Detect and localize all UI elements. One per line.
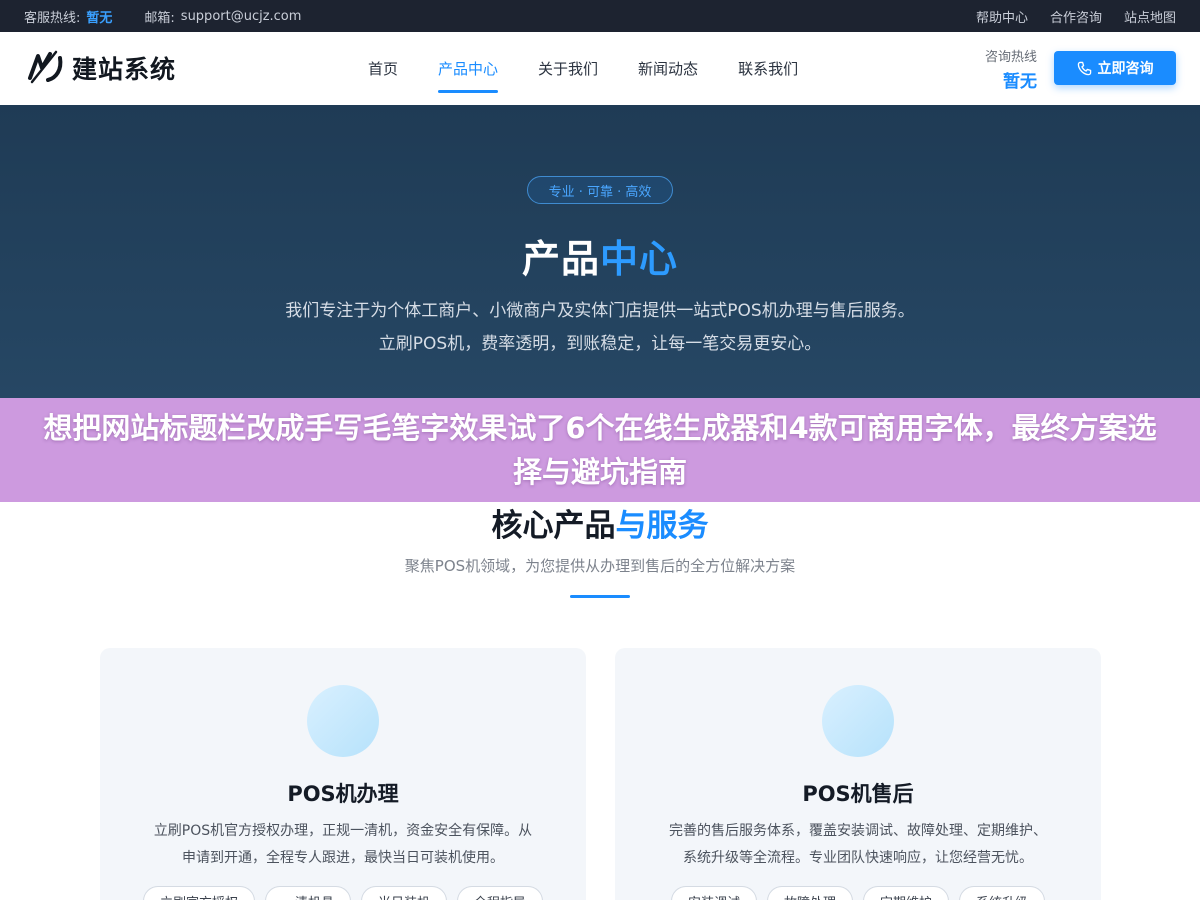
hero-section: 专业 · 可靠 · 高效 产品中心 我们专注于为个体工商户、小微商户及实体门店提… <box>0 105 1200 398</box>
service-tag[interactable]: 故障处理 <box>766 886 853 900</box>
article-title-banner: 想把网站标题栏改成手写毛笔字效果试了6个在线生成器和4款可商用字体，最终方案选择… <box>0 398 1200 502</box>
service-tag[interactable]: 安装调试 <box>670 886 757 900</box>
section-subtitle: 聚焦POS机领域，为您提供从办理到售后的全方位解决方案 <box>404 557 796 575</box>
section-title-main: 核心产品 <box>491 508 616 544</box>
nav-news[interactable]: 新闻动态 <box>638 32 698 105</box>
sitemap-link[interactable]: 站点地图 <box>1124 7 1176 26</box>
service-card-desc-line: 立刷POS机官方授权办理，正规一清机，资金安全有保障。从 <box>153 823 533 839</box>
cooperation-link[interactable]: 合作咨询 <box>1050 7 1102 26</box>
logo-text: 建站系统 <box>72 55 177 84</box>
hero-description-line-2: 立刷POS机，费率透明，到账稳定，让每一笔交易更安心。 <box>378 334 822 354</box>
logo-icon <box>28 50 63 84</box>
hero-description-line-1: 我们专注于为个体工商户、小微商户及实体门店提供一站式POS机办理与售后服务。 <box>285 301 915 321</box>
help-center-link[interactable]: 帮助中心 <box>976 7 1028 26</box>
consult-hotline: 咨询热线 暂无 <box>985 46 1037 92</box>
hotline-label: 客服热线: <box>24 10 81 26</box>
nav-contact[interactable]: 联系我们 <box>738 32 798 105</box>
nav-home[interactable]: 首页 <box>368 32 398 105</box>
email-label: 邮箱: <box>144 10 175 26</box>
article-title: 想把网站标题栏改成手写毛笔字效果试了6个在线生成器和4款可商用字体，最终方案选择… <box>43 411 1157 489</box>
hero-title: 产品中心 <box>0 228 1200 283</box>
site-header: 建站系统 首页 产品中心 关于我们 新闻动态 联系我们 咨询热线 暂无 立即咨询 <box>0 32 1200 105</box>
service-card-description: 完善的售后服务体系，覆盖安装调试、故障处理、定期维护、 系统升级等全流程。专业团… <box>645 818 1071 872</box>
service-tag[interactable]: 当日装机 <box>361 886 448 900</box>
service-card-tags: 立刷官方授权 一清机具 当日装机 全程指导 <box>100 886 586 900</box>
service-icon-circle <box>822 685 894 757</box>
consult-value: 暂无 <box>1003 72 1037 92</box>
top-bar: 客服热线: 暂无 邮箱: support@ucjz.com 帮助中心 合作咨询 … <box>0 0 1200 32</box>
service-card-desc-line: 完善的售后服务体系，覆盖安装调试、故障处理、定期维护、 <box>669 823 1047 839</box>
nav-about[interactable]: 关于我们 <box>538 32 598 105</box>
phone-icon <box>1077 61 1091 75</box>
hotline-value: 暂无 <box>86 10 113 26</box>
section-title-accent: 与服务 <box>615 508 709 544</box>
section-title: 核心产品与服务 <box>0 500 1200 545</box>
main-nav: 首页 产品中心 关于我们 新闻动态 联系我们 <box>368 32 798 105</box>
service-tag[interactable]: 立刷官方授权 <box>142 886 255 900</box>
email-value[interactable]: support@ucjz.com <box>181 9 302 24</box>
consult-label: 咨询热线 <box>985 50 1038 65</box>
hero-title-main: 产品 <box>521 237 600 281</box>
service-tag[interactable]: 全程指导 <box>457 886 544 900</box>
service-card-title: POS机售后 <box>802 782 914 806</box>
service-tag[interactable]: 系统升级 <box>959 886 1046 900</box>
service-card-pos-apply[interactable]: POS机办理 立刷POS机官方授权办理，正规一清机，资金安全有保障。从 申请到开… <box>100 648 586 900</box>
service-card-title: POS机办理 <box>287 782 399 806</box>
service-tag[interactable]: 一清机具 <box>264 886 351 900</box>
consult-now-label: 立即咨询 <box>1097 61 1154 77</box>
service-tag[interactable]: 定期维护 <box>863 886 950 900</box>
site-logo[interactable]: 建站系统 <box>26 48 176 88</box>
service-card-tags: 安装调试 故障处理 定期维护 系统升级 <box>615 886 1101 900</box>
top-bar-contact: 客服热线: 暂无 邮箱: support@ucjz.com <box>24 0 301 32</box>
nav-products[interactable]: 产品中心 <box>438 32 499 105</box>
service-icon-circle <box>307 685 379 757</box>
top-bar-links: 帮助中心 合作咨询 站点地图 <box>976 0 1176 32</box>
service-card-desc-line: 系统升级等全流程。专业团队快速响应，让您经营无忧。 <box>683 850 1033 866</box>
service-card-desc-line: 申请到开通，全程专人跟进，最快当日可装机使用。 <box>182 850 504 866</box>
consult-now-button[interactable]: 立即咨询 <box>1054 51 1176 85</box>
hero-title-accent: 中心 <box>600 237 679 281</box>
hero-tagline-pill: 专业 · 可靠 · 高效 <box>527 176 673 204</box>
service-card-pos-aftersales[interactable]: POS机售后 完善的售后服务体系，覆盖安装调试、故障处理、定期维护、 系统升级等… <box>615 648 1101 900</box>
section-divider <box>570 595 630 598</box>
service-card-description: 立刷POS机官方授权办理，正规一清机，资金安全有保障。从 申请到开通，全程专人跟… <box>130 818 556 872</box>
